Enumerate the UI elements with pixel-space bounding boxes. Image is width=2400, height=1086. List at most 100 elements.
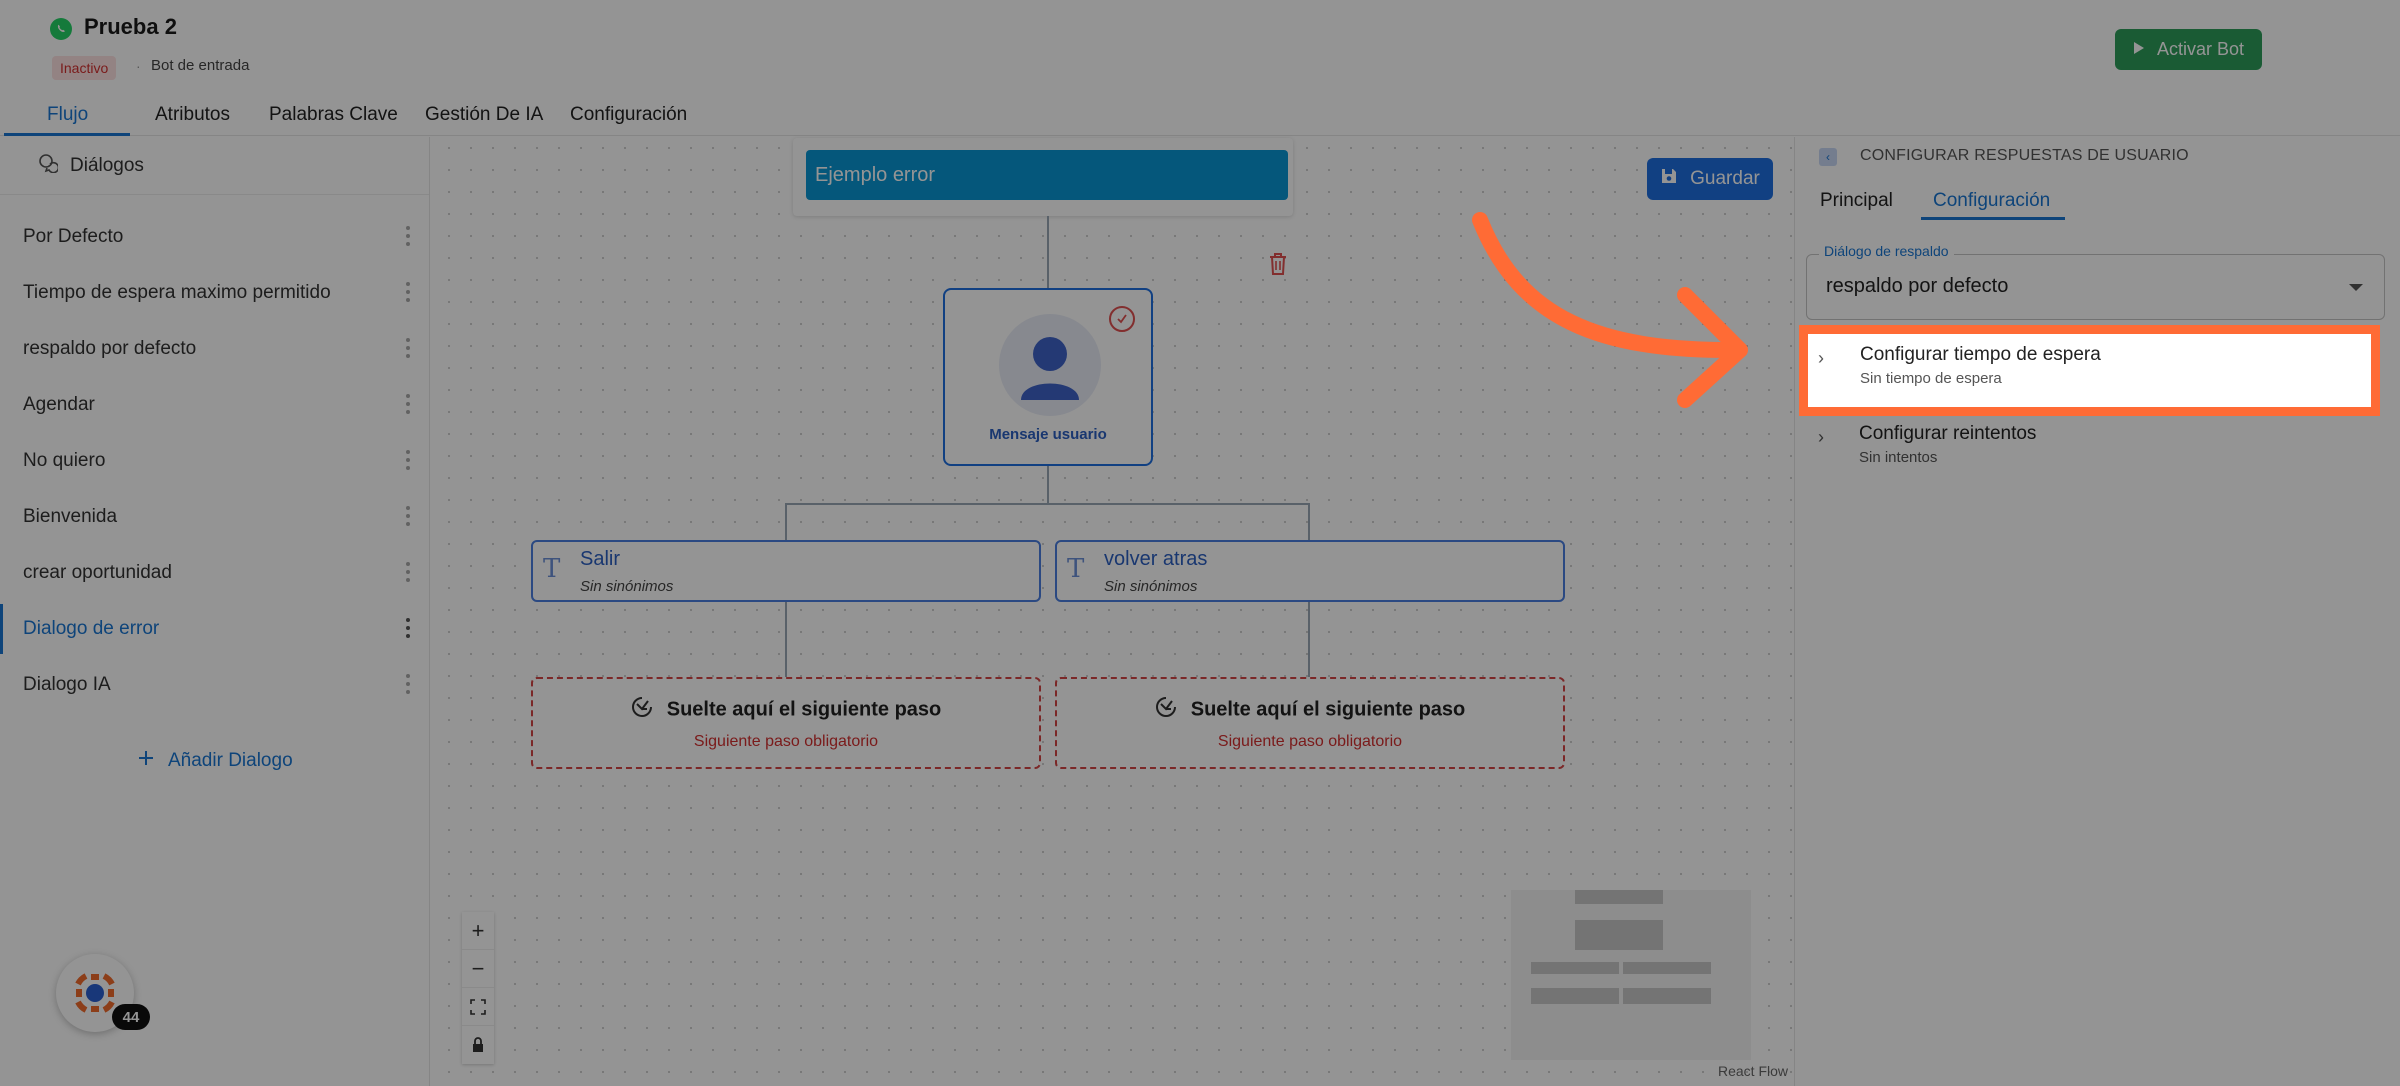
option-subtitle: Sin sinónimos	[1104, 578, 1198, 595]
drop-target-icon	[1155, 696, 1177, 724]
sidebar-item-label: Bienvenida	[23, 506, 118, 527]
sidebar-item-dialogo-error[interactable]: Dialogo de error	[0, 604, 430, 654]
drop-target-icon	[631, 696, 653, 724]
more-vert-icon[interactable]	[406, 674, 410, 694]
sidebar-item-label: crear oportunidad	[23, 562, 172, 583]
tab-principal[interactable]: Principal	[1820, 190, 1893, 212]
tab-configuracion[interactable]: Configuración	[570, 104, 687, 126]
bot-name: Prueba 2	[84, 14, 177, 39]
save-button[interactable]: Guardar	[1647, 158, 1773, 200]
drop-zone-subtitle: Siguiente paso obligatorio	[693, 733, 879, 750]
save-icon	[1660, 167, 1678, 191]
sidebar-item-dialogo-ia[interactable]: Dialogo IA	[0, 660, 430, 710]
drop-zone-title: Suelte aquí el siguiente paso	[533, 696, 1039, 724]
lock-button[interactable]	[462, 1026, 494, 1064]
react-flow-attribution[interactable]: React Flow	[1718, 1063, 1788, 1079]
minimap-node	[1575, 890, 1663, 904]
tab-gestion-ia[interactable]: Gestión De IA	[425, 104, 543, 126]
minimap-node	[1623, 962, 1711, 974]
more-vert-icon[interactable]	[406, 506, 410, 526]
sidebar-item-label: Dialogo de error	[23, 618, 160, 639]
option-title: volver atras	[1104, 548, 1208, 570]
edge-line	[1308, 602, 1310, 677]
play-icon	[2133, 39, 2145, 60]
sidebar-item-no-quiero[interactable]: No quiero	[0, 436, 430, 486]
trash-icon[interactable]	[1268, 252, 1288, 276]
sidebar-item-bienvenida[interactable]: Bienvenida	[0, 492, 430, 542]
more-vert-icon[interactable]	[406, 226, 410, 246]
config-timeout-title: Configurar tiempo de espera	[1860, 344, 2101, 365]
more-vert-icon[interactable]	[406, 394, 410, 414]
more-vert-icon[interactable]	[406, 282, 410, 302]
activate-bot-button[interactable]: Activar Bot	[2115, 29, 2262, 70]
main-tabs: Flujo Atributos Palabras Clave Gestión D…	[0, 100, 2400, 136]
zoom-in-button[interactable]: +	[462, 912, 494, 950]
user-node-label: Mensaje usuario	[989, 426, 1107, 443]
sidebar-item-por-defecto[interactable]: Por Defecto	[0, 212, 430, 262]
option-subtitle: Sin sinónimos	[580, 578, 674, 595]
tab-atributos[interactable]: Atributos	[155, 104, 230, 126]
lock-icon	[473, 1037, 483, 1052]
bot-type-label: Bot de entrada	[151, 57, 250, 74]
minimap-node	[1575, 920, 1663, 950]
config-panel-title: CONFIGURAR RESPUESTAS DE USUARIO	[1860, 147, 2189, 164]
config-timeout-row[interactable]: › Configurar tiempo de espera Sin tiempo…	[1808, 334, 2371, 407]
notification-count-badge: 44	[112, 1004, 150, 1030]
option-card[interactable]: T Salir Sin sinónimos	[531, 540, 1041, 602]
fit-view-icon	[470, 998, 486, 1015]
sidebar-item-agendar[interactable]: Agendar	[0, 380, 430, 430]
drop-zone[interactable]: Suelte aquí el siguiente paso Siguiente …	[1055, 677, 1565, 769]
separator: ·	[136, 58, 141, 74]
active-tab-indicator	[1921, 217, 2065, 220]
chevron-right-icon: ›	[1818, 427, 1824, 447]
drop-zone-subtitle: Siguiente paso obligatorio	[1217, 733, 1403, 750]
fit-view-button[interactable]	[462, 988, 494, 1026]
dialog-title-node[interactable]: Ejemplo error	[793, 138, 1293, 216]
edge-line	[785, 503, 787, 540]
collapse-panel-icon[interactable]: ‹	[1819, 148, 1837, 166]
sidebar-item-tiempo-espera[interactable]: Tiempo de espera maximo permitido	[0, 268, 430, 318]
config-retries-subtitle: Sin intentos	[1859, 449, 1938, 466]
config-timeout-subtitle: Sin tiempo de espera	[1860, 370, 2002, 387]
user-avatar-icon	[999, 314, 1101, 416]
sidebar-item-crear-oportunidad[interactable]: crear oportunidad	[0, 548, 430, 598]
sidebar-item-label: Por Defecto	[23, 226, 124, 247]
chevron-right-icon: ›	[1818, 348, 1824, 368]
plus-icon	[138, 750, 154, 772]
dialog-sidebar: Diálogos Por Defecto Tiempo de espera ma…	[0, 137, 430, 1086]
fallback-dialog-label: Diálogo de respaldo	[1819, 243, 1954, 259]
more-vert-icon[interactable]	[406, 450, 410, 470]
more-vert-icon[interactable]	[406, 338, 410, 358]
more-vert-icon[interactable]	[406, 562, 410, 582]
save-label: Guardar	[1690, 168, 1760, 189]
edge-line	[785, 602, 787, 677]
edge-line	[1308, 503, 1310, 540]
option-card[interactable]: T volver atras Sin sinónimos	[1055, 540, 1565, 602]
tab-palabras-clave[interactable]: Palabras Clave	[269, 104, 398, 126]
dialog-title-text: Ejemplo error	[806, 150, 1288, 200]
curved-arrow-annotation	[1472, 212, 1748, 408]
tab-flujo[interactable]: Flujo	[47, 104, 88, 126]
fallback-dialog-value: respaldo por defecto	[1826, 275, 2009, 297]
more-vert-icon[interactable]	[406, 618, 410, 638]
user-message-node[interactable]: Mensaje usuario	[943, 288, 1153, 466]
chat-icon	[38, 153, 60, 179]
minimap[interactable]	[1511, 890, 1751, 1060]
drop-zone[interactable]: Suelte aquí el siguiente paso Siguiente …	[531, 677, 1041, 769]
sidebar-item-label: Tiempo de espera maximo permitido	[23, 282, 331, 303]
config-retries-row[interactable]: › Configurar reintentos Sin intentos	[1806, 415, 2374, 475]
add-dialog-button[interactable]: Añadir Dialogo	[138, 750, 293, 772]
edge-line	[1047, 216, 1049, 288]
add-dialog-label: Añadir Dialogo	[168, 750, 293, 771]
zoom-out-button[interactable]: −	[462, 950, 494, 988]
sidebar-item-label: Dialogo IA	[23, 674, 111, 695]
chevron-down-icon[interactable]	[2349, 284, 2363, 291]
config-retries-title: Configurar reintentos	[1859, 423, 2037, 444]
sidebar-item-label: respaldo por defecto	[23, 338, 197, 359]
tab-config[interactable]: Configuración	[1933, 190, 2050, 212]
sidebar-item-label: No quiero	[23, 450, 106, 471]
sidebar-item-respaldo[interactable]: respaldo por defecto	[0, 324, 430, 374]
text-icon: T	[1067, 554, 1085, 584]
minimap-node	[1531, 988, 1619, 1004]
status-badge: Inactivo	[52, 56, 117, 80]
